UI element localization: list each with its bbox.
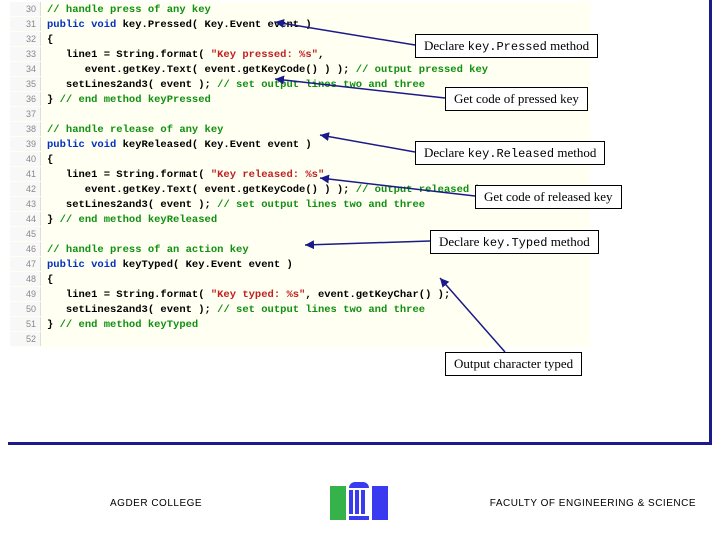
code-line: 38// handle release of any key [10, 122, 590, 137]
callout-declare-keytyped: Declare key.Typed method [430, 230, 599, 254]
callout-output-char: Output character typed [445, 352, 582, 376]
code-line: 31public void key.Pressed( Key.Event eve… [10, 17, 590, 32]
code-line: 30// handle press of any key [10, 2, 590, 17]
code-line: 52 [10, 332, 590, 347]
callout-declare-keyreleased: Declare key.Released method [415, 141, 605, 165]
footer-left: AGDER COLLEGE [110, 498, 202, 509]
callout-get-code-pressed: Get code of pressed key [445, 87, 588, 111]
college-logo [330, 482, 388, 522]
code-line: 48{ [10, 272, 590, 287]
callout-get-code-released: Get code of released key [475, 185, 622, 209]
code-line: 41 line1 = String.format( "Key released:… [10, 167, 590, 182]
callout-declare-keypressed: Declare key.Pressed method [415, 34, 598, 58]
code-line: 44} // end method keyReleased [10, 212, 590, 227]
footer-right: FACULTY OF ENGINEERING & SCIENCE [490, 498, 696, 509]
code-line: 34 event.getKey.Text( event.getKeyCode()… [10, 62, 590, 77]
code-line: 49 line1 = String.format( "Key typed: %s… [10, 287, 590, 302]
code-line: 50 setLines2and3( event ); // set output… [10, 302, 590, 317]
code-line: 47public void keyTyped( Key.Event event … [10, 257, 590, 272]
code-line: 51} // end method keyTyped [10, 317, 590, 332]
footer: AGDER COLLEGE FACULTY OF ENGINEERING & S… [0, 482, 720, 522]
